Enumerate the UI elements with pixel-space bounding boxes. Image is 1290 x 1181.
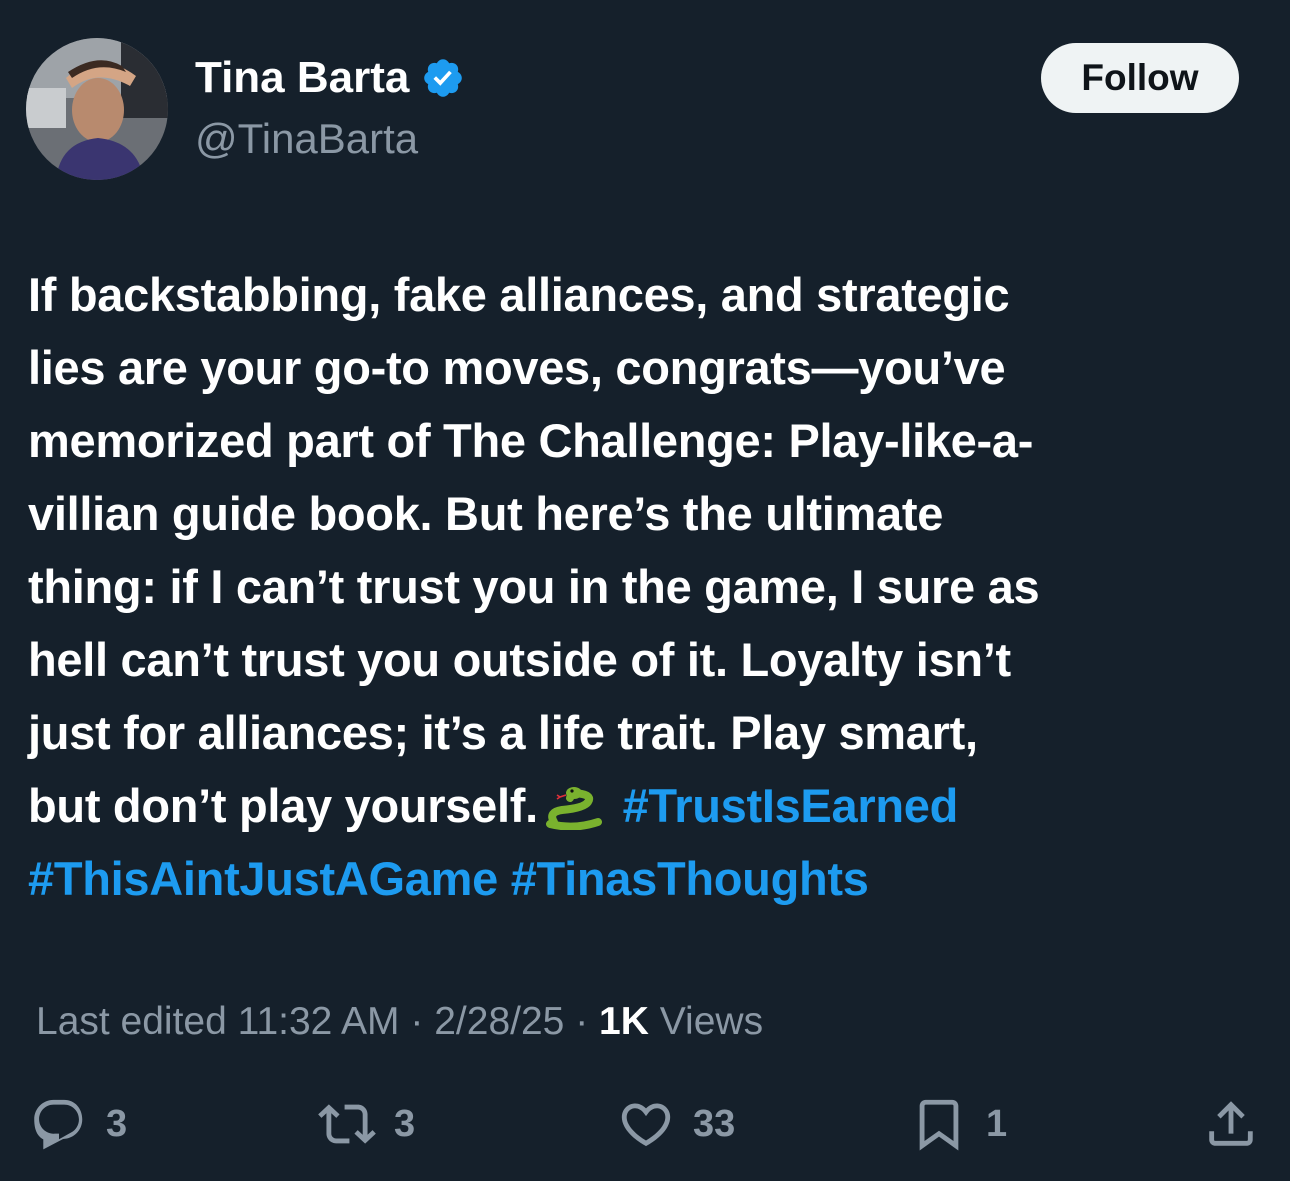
like-button[interactable]: 33 <box>617 1092 735 1156</box>
snake-icon <box>545 787 602 830</box>
display-name[interactable]: Tina Barta <box>195 52 409 104</box>
follow-button[interactable]: Follow <box>1041 43 1239 113</box>
bookmark-count: 1 <box>986 1102 1008 1145</box>
tweet-line-text: but don’t play yourself. <box>28 779 538 832</box>
reply-button[interactable]: 3 <box>30 1092 127 1156</box>
author-handle[interactable]: @TinaBarta <box>195 113 418 165</box>
hashtag-link[interactable]: #ThisAintJustAGame <box>28 852 498 905</box>
tweet-line: lies are your go-to moves, congrats—you’… <box>28 341 1006 394</box>
tweet-time[interactable]: 11:32 AM <box>238 1000 400 1043</box>
meta-separator: · <box>575 1000 589 1043</box>
bookmark-button[interactable]: 1 <box>910 1092 1007 1156</box>
hashtag-link[interactable]: #TinasThoughts <box>511 852 869 905</box>
repost-count: 3 <box>394 1102 416 1145</box>
tweet-line: thing: if I can’t trust you in the game,… <box>28 560 1040 613</box>
tweet-line: hell can’t trust you outside of it. Loya… <box>28 633 1011 686</box>
avatar[interactable] <box>26 38 168 180</box>
share-icon <box>1209 1101 1253 1146</box>
tweet-hashtag-line: #ThisAintJustAGame #TinasThoughts <box>28 842 1243 915</box>
tweet-line: just for alliances; it’s a life trait. P… <box>28 706 978 759</box>
repost-icon <box>318 1104 376 1144</box>
tweet-line: memorized part of The Challenge: Play-li… <box>28 414 1034 467</box>
profile-photo-icon <box>26 38 168 180</box>
share-button[interactable] <box>1202 1092 1260 1156</box>
tweet-text: If backstabbing, fake alliances, and str… <box>28 258 1243 915</box>
verified-badge-icon[interactable] <box>421 56 465 100</box>
heart-icon <box>621 1103 671 1147</box>
bookmark-icon <box>919 1099 959 1151</box>
views-label: Views <box>659 1000 764 1043</box>
hashtag-link[interactable]: #TrustIsEarned <box>623 779 959 832</box>
reply-count: 3 <box>106 1102 128 1145</box>
repost-button[interactable]: 3 <box>318 1092 415 1156</box>
meta-separator: · <box>410 1000 424 1043</box>
author-name-row: Tina Barta <box>195 52 465 104</box>
tweet-line: villian guide book. But here’s the ultim… <box>28 487 944 540</box>
action-bar: 3 3 33 1 <box>0 1092 1290 1162</box>
reply-icon <box>34 1099 83 1150</box>
views-count: 1K <box>599 1000 649 1043</box>
edited-label[interactable]: Last edited <box>36 1000 227 1043</box>
like-count: 33 <box>693 1102 736 1145</box>
tweet-line: If backstabbing, fake alliances, and str… <box>28 268 1010 321</box>
tweet-meta: Last edited 11:32 AM · 2/28/25 · 1K View… <box>36 996 763 1048</box>
tweet-date[interactable]: 2/28/25 <box>434 1000 564 1043</box>
tweet-last-line: but don’t play yourself. #TrustIsEarned <box>28 769 1243 842</box>
